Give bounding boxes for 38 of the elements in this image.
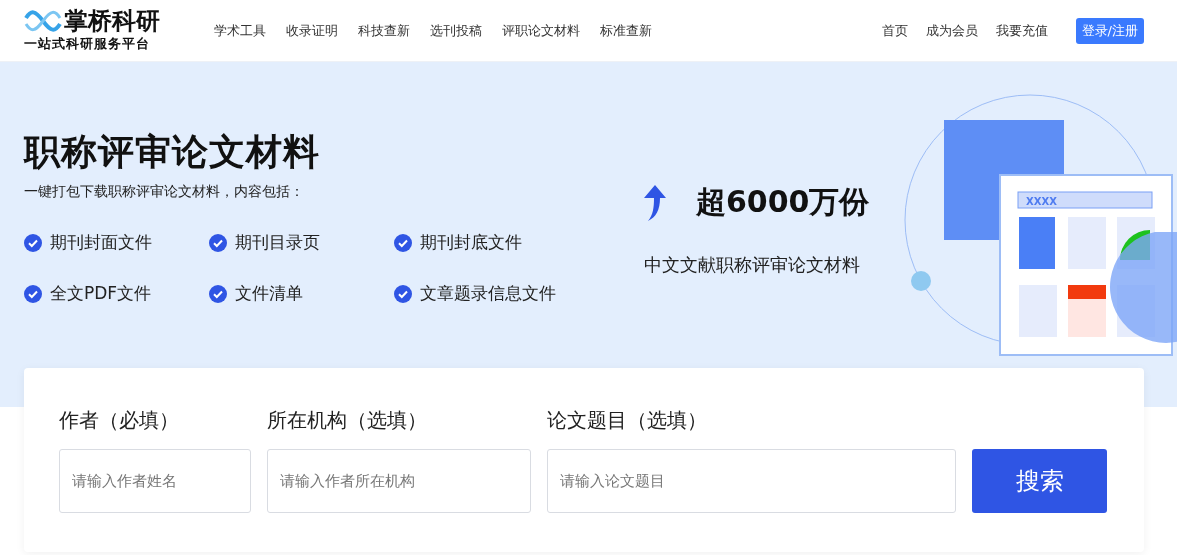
hero-subtitle: 一键打包下载职称评审论文材料，内容包括：: [24, 183, 305, 201]
feature-text: 文件清单: [235, 282, 303, 305]
login-button[interactable]: 登录/注册: [1075, 17, 1144, 44]
search-button[interactable]: 搜索: [972, 449, 1107, 513]
stat-number: 超6000万份: [696, 183, 870, 221]
check-icon: [24, 233, 42, 252]
feature-text: 期刊封面文件: [50, 231, 152, 254]
nav-link[interactable]: 成为会员: [925, 21, 978, 40]
stat-caption: 中文文献职称评审论文材料: [644, 253, 861, 277]
logo-tagline: 一站式科研服务平台: [24, 34, 151, 53]
check-icon: [24, 284, 42, 303]
feature-text: 文章题录信息文件: [420, 282, 556, 305]
check-icon: [394, 284, 412, 303]
wave-logo-icon: [24, 9, 62, 32]
up-arrow-icon: [644, 184, 666, 221]
nav-link[interactable]: 收录证明: [286, 21, 338, 40]
check-icon: [209, 284, 227, 303]
input-field[interactable]: 请输入作者姓名: [59, 449, 251, 513]
illustration-label: XXXX: [1026, 196, 1057, 207]
nav-link[interactable]: 首页: [881, 21, 908, 40]
nav-link[interactable]: 评职论文材料: [502, 21, 580, 40]
feature-text: 全文PDF文件: [50, 282, 152, 305]
feature-text: 期刊目录页: [235, 231, 320, 254]
check-icon: [394, 233, 412, 252]
input-field[interactable]: 请输入作者所在机构: [267, 449, 531, 513]
logo-name[interactable]: 掌桥科研: [64, 8, 160, 33]
nav-link[interactable]: 标准查新: [600, 21, 652, 40]
field-label: 所在机构（选填）: [267, 407, 428, 434]
input-field[interactable]: 请输入论文题目: [547, 449, 956, 513]
hero-title: 职称评审论文材料: [24, 130, 321, 174]
nav-link[interactable]: 我要充值: [995, 21, 1048, 40]
nav-link[interactable]: 科技查新: [358, 21, 410, 40]
check-icon: [209, 233, 227, 252]
field-label: 作者（必填）: [59, 407, 180, 434]
field-label: 论文题目（选填）: [547, 407, 708, 434]
nav-link[interactable]: 选刊投稿: [430, 21, 482, 40]
nav-link[interactable]: 学术工具: [214, 21, 266, 40]
feature-text: 期刊封底文件: [420, 231, 522, 254]
